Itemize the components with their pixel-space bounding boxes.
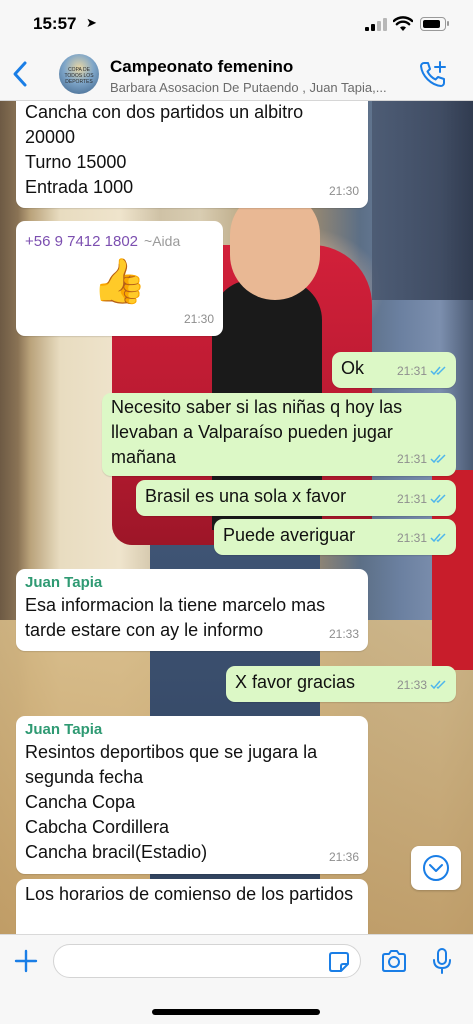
message-bubble[interactable]: +56 9 7412 1802 ~Aida 👍 21:30	[16, 221, 223, 336]
sender-phone[interactable]: +56 9 7412 1802	[25, 233, 138, 250]
message-time: 21:33	[396, 678, 427, 692]
wallpaper-jackets	[372, 100, 473, 300]
message-meta: 21:31	[397, 526, 447, 551]
message-bubble[interactable]: Necesito saber si las niñas q hoy las ll…	[102, 393, 456, 476]
chevron-left-icon[interactable]	[10, 60, 32, 88]
message-bubble[interactable]: Cancha con dos partidos un albitro 20000…	[16, 96, 368, 208]
read-ticks-icon	[430, 494, 446, 504]
sender-alias: ~Aida	[144, 233, 181, 249]
sticker-icon[interactable]	[328, 951, 350, 973]
location-arrow-icon: ➤	[86, 15, 97, 30]
microphone-icon[interactable]	[432, 947, 452, 975]
chevron-down-icon	[423, 855, 449, 881]
message-time: 21:30	[183, 312, 214, 326]
chat-header: COPA DE TODOS LOS DEPORTES Campeonato fe…	[0, 46, 473, 101]
cellular-signal-icon	[365, 18, 387, 31]
sender-name[interactable]: Juan Tapia	[25, 573, 359, 593]
message-time: 21:31	[396, 531, 427, 545]
message-text: Resintos deportibos que se jugara la seg…	[25, 742, 318, 862]
battery-icon	[420, 17, 449, 31]
message-time: 21:36	[328, 850, 359, 864]
message-time: 21:33	[328, 627, 359, 641]
message-meta: 21:33	[397, 673, 447, 698]
message-meta: 21:31	[397, 487, 447, 512]
message-time: 21:31	[396, 364, 427, 378]
avatar-text: COPA DE TODOS LOS DEPORTES	[64, 67, 94, 85]
home-indicator[interactable]	[152, 1009, 320, 1015]
read-ticks-icon	[430, 366, 446, 376]
message-bubble[interactable]: X favor gracias 21:33	[226, 666, 456, 702]
plus-icon[interactable]	[14, 949, 38, 973]
message-time: 21:31	[396, 492, 427, 506]
chat-participants[interactable]: Barbara Asosacion De Putaendo , Juan Tap…	[110, 80, 414, 95]
read-ticks-icon	[430, 533, 446, 543]
wifi-icon	[393, 16, 413, 31]
status-time: 15:57	[33, 14, 77, 33]
message-bubble[interactable]: Ok 21:31	[332, 352, 456, 388]
message-bubble[interactable]: Los horarios de comienso de los partidos	[16, 879, 368, 941]
thumbs-up-emoji: 👍	[92, 257, 147, 306]
group-avatar[interactable]: COPA DE TODOS LOS DEPORTES	[59, 54, 99, 94]
message-time: 21:31	[396, 452, 427, 466]
message-time: 21:30	[328, 184, 359, 198]
message-bubble[interactable]: Juan Tapia Esa informacion la tiene marc…	[16, 569, 368, 651]
add-call-icon[interactable]	[418, 59, 448, 89]
message-bubble[interactable]: Brasil es una sola x favor 21:31	[136, 480, 456, 516]
message-bubble[interactable]: Puede averiguar 21:31	[214, 519, 456, 555]
read-ticks-icon	[430, 454, 446, 464]
read-ticks-icon	[430, 680, 446, 690]
message-text: Los horarios de comienso de los partidos	[25, 884, 354, 904]
message-composer	[0, 934, 473, 1024]
message-text: Cancha con dos partidos un albitro 20000…	[25, 102, 304, 197]
sender-name[interactable]: Juan Tapia	[25, 720, 359, 740]
message-text: Esa informacion la tiene marcelo mas tar…	[25, 595, 331, 640]
camera-icon[interactable]	[380, 949, 408, 973]
message-meta: 21:31	[397, 447, 447, 472]
status-bar: 15:57 ➤	[0, 0, 473, 46]
message-bubble[interactable]: Juan Tapia Resintos deportibos que se ju…	[16, 716, 368, 874]
chat-title[interactable]: Campeonato femenino	[110, 57, 293, 77]
message-meta: 21:31	[397, 359, 447, 384]
scroll-to-bottom-button[interactable]	[411, 846, 461, 890]
message-input[interactable]	[53, 944, 361, 978]
